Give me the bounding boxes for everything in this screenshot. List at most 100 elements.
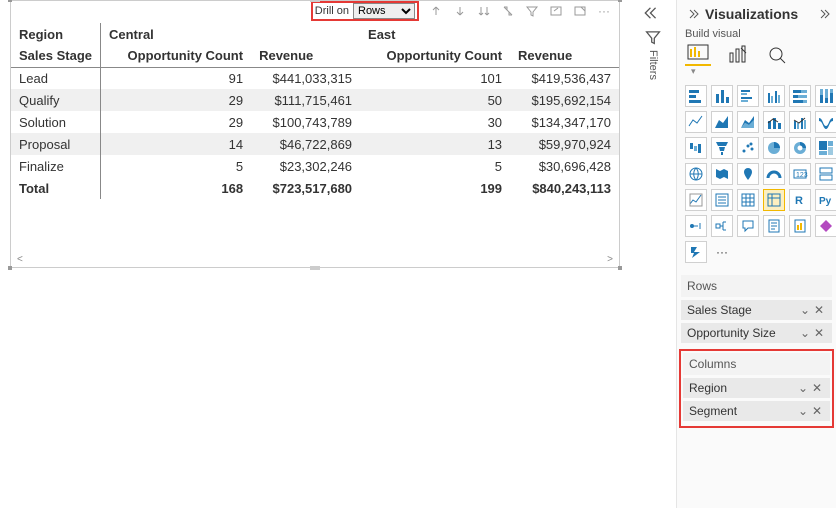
filters-icon bbox=[644, 28, 662, 46]
header-revenue-2: Revenue bbox=[510, 45, 619, 67]
header-oppcount-1: Opportunity Count bbox=[101, 45, 252, 67]
drill-up-icon[interactable] bbox=[429, 4, 443, 18]
header-east: East bbox=[360, 23, 619, 45]
table-row-total: Total168$723,517,680199$840,243,113 bbox=[11, 177, 619, 199]
expand-next-icon[interactable] bbox=[501, 4, 515, 18]
build-visual-tab[interactable] bbox=[685, 44, 711, 66]
viz-azure-map[interactable] bbox=[737, 163, 759, 185]
header-revenue-1: Revenue bbox=[251, 45, 360, 67]
viz-slicer[interactable] bbox=[711, 189, 733, 211]
expand-all-icon[interactable] bbox=[477, 4, 491, 18]
spotlight-icon[interactable] bbox=[573, 4, 587, 18]
viz-map[interactable] bbox=[685, 163, 707, 185]
viz-qna[interactable] bbox=[737, 215, 759, 237]
viz-power-apps[interactable] bbox=[815, 215, 836, 237]
columns-field-item[interactable]: Region⌄✕ bbox=[683, 378, 830, 398]
more-options-icon[interactable]: ··· bbox=[597, 4, 611, 18]
chevron-down-icon[interactable]: ⌄ bbox=[798, 326, 812, 340]
table-row: Finalize5$23,302,2465$30,696,428 bbox=[11, 155, 619, 177]
horizontal-scrollbar[interactable]: < > bbox=[11, 251, 619, 267]
viz-r-script[interactable]: R bbox=[789, 189, 811, 211]
pane-subtitle: Build visual bbox=[677, 28, 836, 44]
filter-icon[interactable] bbox=[525, 4, 539, 18]
rows-well-title: Rows bbox=[681, 275, 832, 297]
rows-field-well: Rows Sales Stage⌄✕ Opportunity Size⌄✕ bbox=[681, 275, 832, 343]
viz-funnel[interactable] bbox=[711, 137, 733, 159]
viz-paginated-report[interactable] bbox=[789, 215, 811, 237]
viz-line-clustered-column[interactable] bbox=[789, 111, 811, 133]
viz-donut[interactable] bbox=[789, 137, 811, 159]
header-oppcount-2: Opportunity Count bbox=[360, 45, 510, 67]
chevron-down-icon[interactable]: ⌄ bbox=[796, 381, 810, 395]
viz-python[interactable]: Py bbox=[815, 189, 836, 211]
matrix-table: Region Central East Sales Stage Opportun… bbox=[11, 23, 619, 199]
drill-on-label: Drill on bbox=[315, 5, 349, 17]
remove-field-icon[interactable]: ✕ bbox=[812, 326, 826, 340]
table-row: Qualify29$111,715,46150$195,692,154 bbox=[11, 89, 619, 111]
columns-well-title: Columns bbox=[683, 353, 830, 375]
viz-smart-narrative[interactable] bbox=[763, 215, 785, 237]
drill-down-icon[interactable] bbox=[453, 4, 467, 18]
visualization-type-grid: 123 R Py ··· bbox=[677, 81, 836, 267]
svg-text:Py: Py bbox=[819, 196, 832, 207]
viz-table[interactable] bbox=[737, 189, 759, 211]
viz-ribbon[interactable] bbox=[815, 111, 836, 133]
remove-field-icon[interactable]: ✕ bbox=[812, 303, 826, 317]
header-sales-stage: Sales Stage bbox=[11, 45, 101, 67]
viz-scatter[interactable] bbox=[737, 137, 759, 159]
collapse-pane-icon[interactable] bbox=[685, 7, 699, 21]
viz-multi-row-card[interactable] bbox=[815, 163, 836, 185]
viz-100-stacked-bar[interactable] bbox=[789, 85, 811, 107]
columns-field-well: Columns Region⌄✕ Segment⌄✕ bbox=[683, 353, 830, 421]
viz-decomposition-tree[interactable] bbox=[711, 215, 733, 237]
viz-pie[interactable] bbox=[763, 137, 785, 159]
table-row: Proposal14$46,722,86913$59,970,924 bbox=[11, 133, 619, 155]
visualizations-pane: Visualizations Build visual ▾ bbox=[676, 0, 836, 508]
expand-pane-icon[interactable] bbox=[816, 7, 830, 21]
drill-on-highlight: Drill on Rows bbox=[311, 1, 419, 21]
analytics-tab[interactable] bbox=[765, 44, 791, 66]
viz-gauge[interactable] bbox=[763, 163, 785, 185]
scroll-right-icon[interactable]: > bbox=[607, 254, 613, 265]
viz-clustered-bar[interactable] bbox=[737, 85, 759, 107]
svg-text:123: 123 bbox=[796, 172, 808, 179]
viz-power-automate[interactable] bbox=[685, 241, 707, 263]
header-region: Region bbox=[11, 23, 101, 45]
table-row: Solution29$100,743,78930$134,347,170 bbox=[11, 111, 619, 133]
viz-stacked-bar[interactable] bbox=[685, 85, 707, 107]
drill-on-select[interactable]: Rows bbox=[353, 3, 415, 19]
chevron-down-icon[interactable]: ⌄ bbox=[796, 404, 810, 418]
rows-field-item[interactable]: Sales Stage⌄✕ bbox=[681, 300, 832, 320]
focus-mode-icon[interactable] bbox=[549, 4, 563, 18]
viz-card[interactable]: 123 bbox=[789, 163, 811, 185]
viz-matrix[interactable] bbox=[763, 189, 785, 211]
filters-pane-collapsed[interactable]: Filters bbox=[638, 4, 668, 84]
matrix-visual[interactable]: Drill on Rows ··· Region Central East Sa… bbox=[10, 0, 620, 268]
scroll-left-icon[interactable]: < bbox=[17, 254, 23, 265]
viz-treemap[interactable] bbox=[815, 137, 836, 159]
viz-clustered-column[interactable] bbox=[763, 85, 785, 107]
expand-filters-icon[interactable] bbox=[644, 4, 662, 22]
remove-field-icon[interactable]: ✕ bbox=[810, 381, 824, 395]
format-visual-tab[interactable] bbox=[725, 44, 751, 66]
viz-key-influencers[interactable] bbox=[685, 215, 707, 237]
viz-waterfall[interactable] bbox=[685, 137, 707, 159]
viz-filled-map[interactable] bbox=[711, 163, 733, 185]
viz-stacked-area[interactable] bbox=[737, 111, 759, 133]
svg-text:R: R bbox=[795, 195, 803, 207]
remove-field-icon[interactable]: ✕ bbox=[810, 404, 824, 418]
columns-field-item[interactable]: Segment⌄✕ bbox=[683, 401, 830, 421]
columns-highlight: Columns Region⌄✕ Segment⌄✕ bbox=[679, 349, 834, 428]
visual-toolbar: Drill on Rows ··· bbox=[11, 1, 619, 23]
viz-more[interactable]: ··· bbox=[711, 241, 733, 263]
chevron-down-icon[interactable]: ⌄ bbox=[798, 303, 812, 317]
rows-field-item[interactable]: Opportunity Size⌄✕ bbox=[681, 323, 832, 343]
viz-area[interactable] bbox=[711, 111, 733, 133]
header-central: Central bbox=[101, 23, 361, 45]
viz-stacked-column[interactable] bbox=[711, 85, 733, 107]
viz-line-stacked-column[interactable] bbox=[763, 111, 785, 133]
viz-100-stacked-column[interactable] bbox=[815, 85, 836, 107]
viz-kpi[interactable] bbox=[685, 189, 707, 211]
viz-line[interactable] bbox=[685, 111, 707, 133]
pane-title: Visualizations bbox=[705, 6, 798, 22]
